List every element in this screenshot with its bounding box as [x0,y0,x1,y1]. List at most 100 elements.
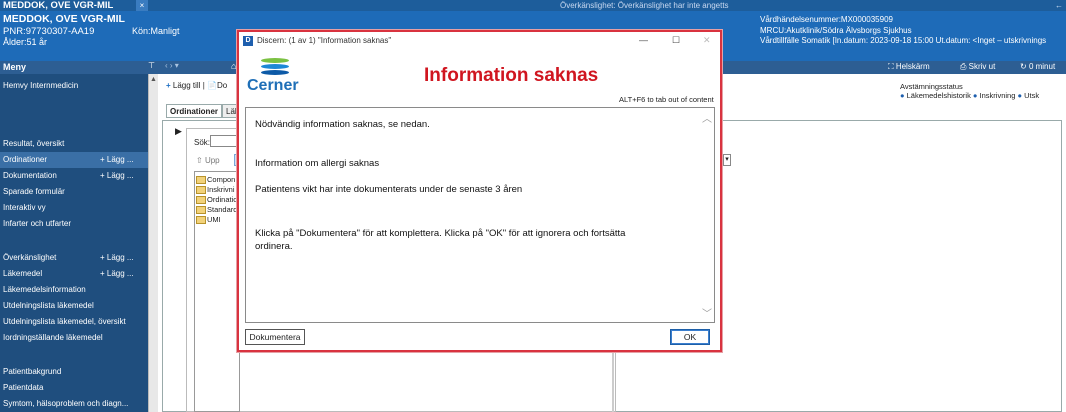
refresh-label: 0 minut [1028,62,1056,71]
sidebar-item-overkanslighet[interactable]: Överkänslighet + Lägg ... [0,250,148,266]
sidebar-item-symtom[interactable]: Symtom, hälsoproblem och diagn... [0,396,148,412]
sidebar-item-label: Läkemedelsinformation [3,285,86,294]
tab-ordinationer[interactable]: Ordinationer [166,104,223,118]
folder-up-icon: ⇧ [196,156,205,165]
dialog-title: Discern: (1 av 1) "Information saknas" [257,36,392,45]
dokumentera-button[interactable]: Dokumentera [245,329,305,345]
search-input[interactable] [210,135,240,147]
patient-age: Ålder:51 år [3,37,48,47]
sidebar-item-sparade-formular[interactable]: Sparade formulär [0,184,148,200]
patient-name: MEDDOK, OVE VGR-MIL [3,13,125,25]
sidebar-add-button[interactable]: + Lägg ... [100,168,134,184]
sidebar-add-button[interactable]: + Lägg ... [100,250,134,266]
home-icon[interactable]: ⌂ [231,61,236,71]
sidebar-item-ordinationer[interactable]: Ordinationer + Lägg ... [0,152,148,168]
message-line: ordinera. [255,241,293,252]
keyboard-hint: ALT+F6 to tab out of content [619,95,714,104]
pin-icon[interactable]: ⊤ [148,61,155,70]
menu-label[interactable]: Meny [3,62,26,72]
folder-item[interactable]: Standard [196,205,237,214]
folder-item[interactable]: Inskrivni [196,185,235,194]
sidebar-item-resultat[interactable]: Resultat, översikt [0,136,148,152]
sidebar-item-label: Sparade formulär [3,187,65,196]
sidebar-item-label: Symtom, hälsoproblem och diagn... [3,399,129,408]
sidebar-item-label: Resultat, översikt [3,139,65,148]
sidebar-item-lakemedelsinformation[interactable]: Läkemedelsinformation [0,282,148,298]
folder-item[interactable]: Ordinatio [196,195,237,204]
collapse-icon[interactable]: ▶ [175,126,182,137]
sidebar-item-label: Läkemedel [3,269,43,278]
cerner-wordmark: Cerner [247,77,299,94]
dialog-heading: Information saknas [424,65,599,86]
sidebar-item-patientbakgrund[interactable]: Patientbakgrund [0,364,148,380]
sidebar-add-button[interactable]: + Lägg ... [100,152,134,168]
up-button[interactable]: ⇧ Upp [196,156,220,165]
dropdown-arrow-icon[interactable]: ▾ [723,154,731,166]
printer-icon: ⎙ [960,62,969,71]
discern-dialog: D Discern: (1 av 1) "Information saknas"… [237,30,722,352]
title-bar: MEDDOK, OVE VGR-MIL × Överkänslighet: Öv… [0,0,1066,11]
status-icon: ● [972,91,978,100]
back-arrow-icon[interactable]: ← [1055,0,1063,11]
sidebar-item-label: Patientdata [3,383,44,392]
sidebar-item-interaktiv-vy[interactable]: Interaktiv vy [0,200,148,216]
patient-sex: Kön:Manligt [132,26,180,36]
status-admission[interactable]: Inskrivning [980,91,1016,100]
message-box[interactable]: Nödvändig information saknas, se nedan. … [245,107,715,323]
sidebar-item-label: Överkänslighet [3,253,57,262]
care-unit: MRCU:Akutklinik/Södra Älvsborgs Sjukhus [760,26,912,35]
plus-icon: + [166,81,173,90]
window-patient-name: MEDDOK, OVE VGR-MIL [3,0,114,11]
care-stay: Vårdtillfälle Somatik [In.datum: 2023-09… [760,36,1047,45]
fullscreen-button[interactable]: ⛶ Helskärm [888,62,930,72]
close-icon[interactable]: ✕ [703,35,711,46]
sidebar-item-label: Patientbakgrund [3,367,62,376]
sidebar-item-label: Hemvy Internmedicin [3,81,79,90]
cerner-logo: Cerner [247,58,299,95]
scroll-up-icon[interactable]: ︿ [702,110,712,125]
status-discharge[interactable]: Utsk [1024,91,1039,100]
up-label: Upp [204,156,220,165]
sidebar-item-iordningstallande[interactable]: Iordningställande läkemedel [0,330,148,346]
print-button[interactable]: ⎙ Skriv ut [960,62,995,72]
sidebar-add-button[interactable]: + Lägg ... [100,266,134,282]
cerner-logo-icon [261,58,289,76]
sidebar-item-label: Dokumentation [3,171,57,180]
print-label: Skriv ut [968,62,996,71]
sidebar-item-utdelningslista-oversikt[interactable]: Utdelningslista läkemedel, översikt [0,314,148,330]
sidebar-scrollbar[interactable]: ▲ [148,74,158,412]
navigation-arrows-icon[interactable]: ‹ › ▾ [165,61,179,70]
search-label: Sök: [194,138,211,147]
fullscreen-icon: ⛶ [888,62,896,71]
encounter-number: Vårdhändelsenummer:MX000035909 [760,15,893,24]
folder-item[interactable]: UMI [196,215,221,224]
sidebar-item-infarter[interactable]: Infarter och utfarter [0,216,148,232]
sidebar-item-utdelningslista[interactable]: Utdelningslista läkemedel [0,298,148,314]
reconciliation-title: Avstämningsstatus [900,82,963,91]
minimize-icon[interactable]: — [639,35,648,45]
message-line: Patientens vikt har inte dokumenterats u… [255,184,523,195]
add-order-button[interactable]: + Lägg till | 📄Do [166,81,227,90]
maximize-icon[interactable]: ☐ [672,35,680,46]
sidebar-item-patientdata[interactable]: Patientdata [0,380,148,396]
scroll-up-icon[interactable]: ▲ [150,76,157,83]
close-patient-tab-icon[interactable]: × [136,0,148,11]
sidebar-item-label: Ordinationer [3,155,48,164]
sidebar-item-lakemedel[interactable]: Läkemedel + Lägg ... [0,266,148,282]
message-line: Nödvändig information saknas, se nedan. [255,119,430,130]
patient-pnr: PNR:97730307-AA19 [3,26,95,37]
status-medication-history[interactable]: Läkemedelshistorik [907,91,971,100]
sidebar-item-label: Utdelningslista läkemedel, översikt [3,317,126,326]
message-line: Information om allergi saknas [255,158,380,169]
sidebar-item-hemvy[interactable]: Hemvy Internmedicin [0,78,148,94]
folder-item[interactable]: Compon [196,175,235,184]
sidebar-item-dokumentation[interactable]: Dokumentation + Lägg ... [0,168,148,184]
status-icon: ● [900,91,905,100]
sidebar-item-label: Utdelningslista läkemedel [3,301,94,310]
scroll-down-icon[interactable]: ﹀ [702,305,712,320]
sidebar: Hemvy Internmedicin Resultat, översikt O… [0,74,148,412]
document-icon: 📄 [207,81,217,90]
fullscreen-label: Helskärm [895,62,930,71]
ok-button[interactable]: OK [670,329,710,345]
refresh-button[interactable]: ↻ 0 minut [1020,62,1055,71]
